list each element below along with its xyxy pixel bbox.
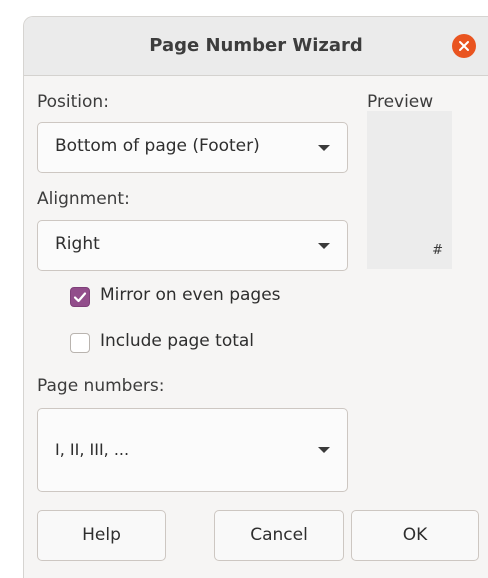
title-bar: Page Number Wizard [24,17,488,76]
preview-pane: # [367,111,452,269]
chevron-down-icon [318,145,330,151]
close-icon [459,41,469,51]
preview-label: Preview [367,92,434,112]
alignment-dropdown-value: Right [55,234,100,254]
close-button[interactable] [452,34,476,58]
position-dropdown-value: Bottom of page (Footer) [55,136,260,156]
alignment-label: Alignment: [37,189,130,209]
ok-button[interactable]: OK [351,510,479,561]
include-page-total-label[interactable]: Include page total [100,331,254,351]
mirror-even-pages-label[interactable]: Mirror on even pages [100,285,281,305]
cancel-button[interactable]: Cancel [214,510,344,561]
position-label: Position: [37,92,109,112]
include-page-total-checkbox[interactable] [70,333,90,353]
page-numbers-dropdown-value: I, II, III, ... [55,440,130,459]
page-number-wizard-dialog: Page Number Wizard Position: Bottom of p… [23,16,488,578]
chevron-down-icon [318,243,330,249]
preview-page-number-mark: # [432,243,443,258]
checkmark-icon [73,292,87,303]
mirror-even-pages-checkbox[interactable] [70,287,90,307]
alignment-dropdown[interactable]: Right [37,220,348,271]
dialog-title: Page Number Wizard [149,35,363,56]
help-button[interactable]: Help [37,510,166,561]
chevron-down-icon [318,447,330,453]
page-numbers-dropdown[interactable]: I, II, III, ... [37,408,348,492]
page-numbers-label: Page numbers: [37,376,165,396]
position-dropdown[interactable]: Bottom of page (Footer) [37,122,348,173]
